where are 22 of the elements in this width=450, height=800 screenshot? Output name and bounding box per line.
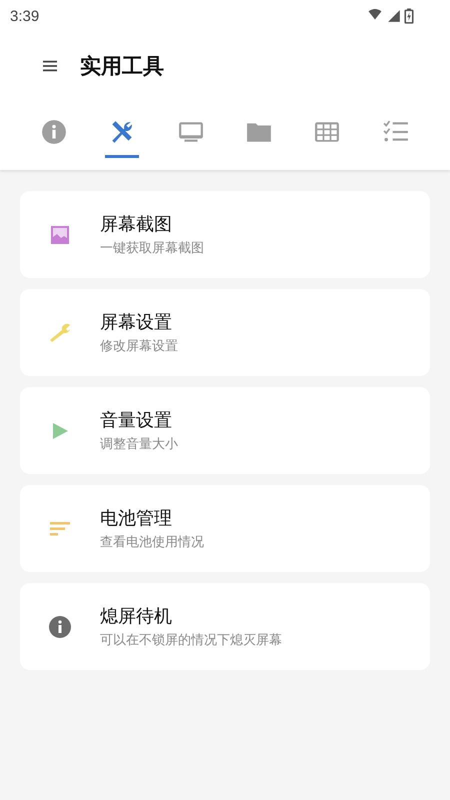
tool-card[interactable]: 熄屏待机 可以在不锁屏的情况下熄灭屏幕: [20, 583, 430, 670]
card-subtitle: 查看电池使用情况: [100, 534, 204, 551]
card-subtitle: 调整音量大小: [100, 436, 178, 453]
card-subtitle: 修改屏幕设置: [100, 338, 178, 355]
clock-time: 3:39: [10, 8, 40, 24]
card-title: 音量设置: [100, 409, 173, 432]
screen-title: 实用工具: [80, 53, 164, 80]
card-title: 熄屏待机: [100, 605, 173, 628]
signal-icon: [387, 9, 401, 23]
tool-card[interactable]: 电池管理 查看电池使用情况: [20, 485, 430, 572]
tool-card[interactable]: 音量设置 调整音量大小: [20, 387, 430, 474]
card-title: 屏幕设置: [100, 311, 173, 334]
card-subtitle: 可以在不锁屏的情况下熄灭屏幕: [100, 632, 282, 649]
checklist-icon: [382, 118, 409, 144]
info-icon: [41, 118, 68, 144]
tool-card[interactable]: 屏幕设置 修改屏幕设置: [20, 289, 430, 376]
card-subtitle: 一键获取屏幕截图: [100, 240, 204, 257]
battery-icon: [404, 8, 414, 24]
card-title: 屏幕截图: [100, 213, 173, 236]
menu-icon: [41, 59, 59, 73]
card-title: 电池管理: [100, 507, 173, 530]
tool-card[interactable]: 屏幕截图 一键获取屏幕截图: [20, 191, 430, 278]
